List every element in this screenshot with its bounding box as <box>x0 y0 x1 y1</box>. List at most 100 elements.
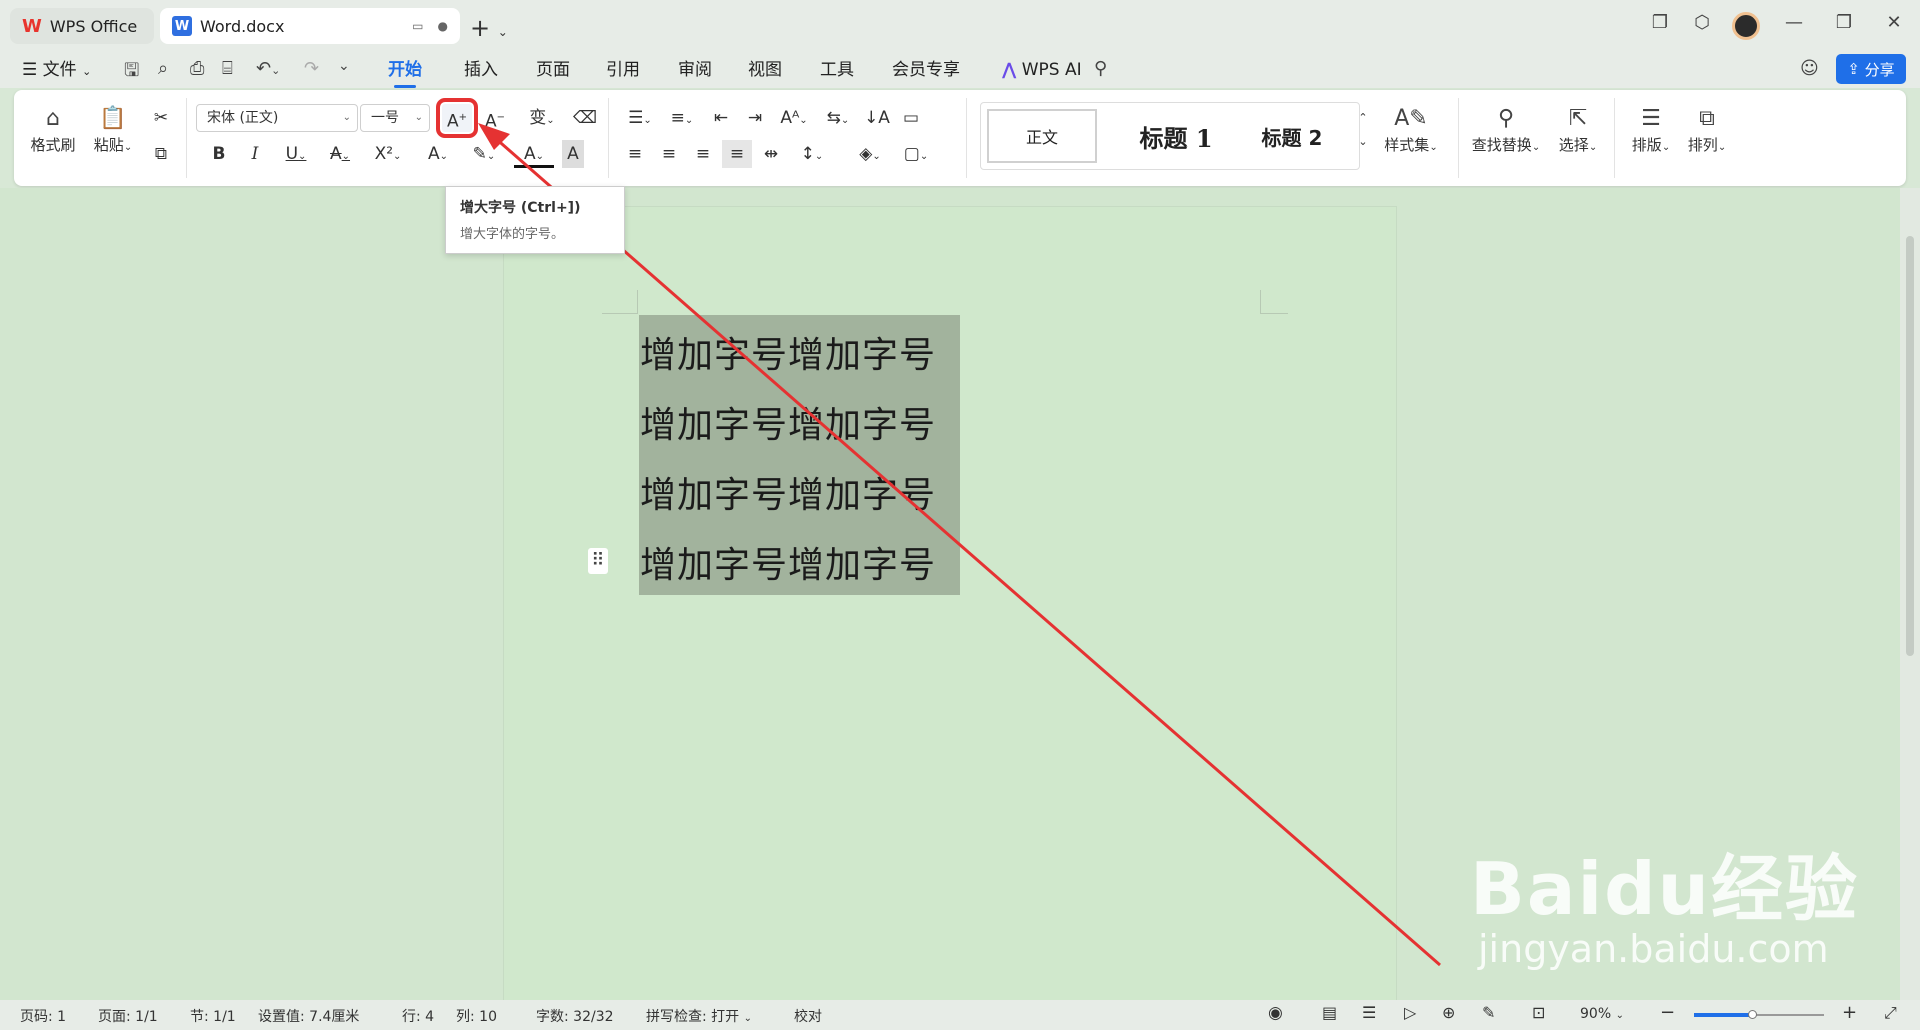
highlight-color-icon[interactable]: ✎⌄ <box>464 140 504 168</box>
restore-icon[interactable]: ❐ <box>1826 12 1862 33</box>
phonetic-guide-icon[interactable]: 变⌄ <box>520 104 564 132</box>
select-button[interactable]: ⇱ 选择⌄ <box>1550 104 1606 155</box>
decrease-indent-icon[interactable]: ⇤ <box>706 104 736 132</box>
increase-font-size-icon[interactable]: A+ <box>436 98 478 138</box>
share-button[interactable]: ⇪ 分享 <box>1836 54 1906 84</box>
zoom-level[interactable]: 90% ⌄ <box>1580 1006 1624 1022</box>
border-icon[interactable]: ▢⌄ <box>896 140 936 168</box>
cut-icon[interactable]: ✂ <box>146 104 176 132</box>
char-shading-icon[interactable]: A <box>562 140 584 168</box>
align-center-icon[interactable]: ≡ <box>654 140 684 168</box>
underline-icon[interactable]: U⌄ <box>276 140 316 168</box>
redo-icon[interactable]: ↷ <box>304 58 319 79</box>
unsaved-dot-icon[interactable]: ● <box>438 19 448 33</box>
doc-paragraph[interactable]: 增加字号增加字号 <box>640 466 936 518</box>
sort-icon[interactable]: ↓A <box>862 104 892 132</box>
undo-icon[interactable]: ↶⌄ <box>256 58 280 79</box>
line-spacing-icon[interactable]: ↕⌄ <box>792 140 832 168</box>
menu-item-page[interactable]: 页面 <box>536 58 570 82</box>
menu-item-insert[interactable]: 插入 <box>464 58 498 82</box>
cube-icon[interactable]: ⬡ <box>1684 12 1720 33</box>
italic-icon[interactable]: I <box>240 140 270 168</box>
minimize-icon[interactable]: — <box>1776 12 1812 33</box>
eye-icon[interactable]: ◉ <box>1268 1003 1283 1023</box>
save-icon[interactable]: 🖫 <box>124 58 139 88</box>
increase-indent-icon[interactable]: ⇥ <box>740 104 770 132</box>
menu-item-start[interactable]: 开始 <box>388 58 422 88</box>
justify-icon[interactable]: ≡ <box>722 140 752 168</box>
outline-view-icon[interactable]: ☰ <box>1362 1003 1376 1022</box>
menu-item-view[interactable]: 视图 <box>748 58 782 82</box>
font-name-select[interactable]: 宋体 (正文) ⌄ <box>196 104 358 132</box>
menu-item-member[interactable]: 会员专享 <box>892 58 960 82</box>
search-icon[interactable]: ⚲ <box>1094 58 1107 79</box>
fit-page-icon[interactable]: ⊡ <box>1532 1003 1545 1022</box>
zoom-in-icon[interactable]: + <box>1842 1002 1857 1023</box>
numbered-list-icon[interactable]: ≡⌄ <box>664 104 700 132</box>
text-effect-icon[interactable]: A⌄ <box>418 140 458 168</box>
menu-item-references[interactable]: 引用 <box>606 58 640 82</box>
doc-paragraph[interactable]: 增加字号增加字号 <box>640 396 936 448</box>
bullet-list-icon[interactable]: ☰⌄ <box>622 104 658 132</box>
doc-paragraph[interactable]: 增加字号增加字号 <box>640 536 936 588</box>
style-normal[interactable]: 正文 <box>987 109 1097 163</box>
zoom-slider-knob[interactable] <box>1748 1010 1757 1019</box>
copy-icon[interactable]: ⧉ <box>146 140 176 168</box>
web-view-icon[interactable]: ⊕ <box>1442 1003 1455 1022</box>
status-words[interactable]: 字数: 32/32 <box>536 1006 614 1026</box>
decrease-font-size-icon[interactable]: A− <box>480 104 510 132</box>
menu-item-review[interactable]: 审阅 <box>678 58 712 82</box>
text-direction-icon[interactable]: Aᴬ⌄ <box>774 104 814 132</box>
bold-icon[interactable]: B <box>204 140 234 168</box>
format-painter-button[interactable]: ⌂ 格式刷 <box>30 104 76 155</box>
font-color-icon[interactable]: A⌄ <box>514 140 554 168</box>
drag-handle-icon[interactable]: ⠿ <box>588 548 608 574</box>
page-view-icon[interactable]: ▤ <box>1322 1003 1337 1022</box>
font-size-select[interactable]: 一号 ⌄ <box>360 104 430 132</box>
zoom-out-icon[interactable]: − <box>1660 1002 1675 1023</box>
status-page[interactable]: 页面: 1/1 <box>98 1006 158 1026</box>
file-menu[interactable]: ☰ 文件 ⌄ <box>22 58 91 82</box>
tab-wps-office[interactable]: W WPS Office <box>10 8 154 44</box>
doc-paragraph[interactable]: 增加字号增加字号 <box>640 326 936 378</box>
status-page-code[interactable]: 页码: 1 <box>20 1006 66 1026</box>
close-icon[interactable]: ✕ <box>1876 12 1912 33</box>
new-tab-button[interactable]: + ⌄ <box>470 14 530 42</box>
monitor-icon[interactable]: ▭ <box>412 19 423 33</box>
style-heading-1[interactable]: 标题 1 <box>1121 109 1231 163</box>
play-icon[interactable]: ▷ <box>1404 1003 1416 1022</box>
tab-document[interactable]: W Word.docx ▭ ● <box>160 8 460 44</box>
distributed-align-icon[interactable]: ⇹ <box>756 140 786 168</box>
superscript-icon[interactable]: X²⌄ <box>368 140 408 168</box>
format-icon[interactable]: ⌕ <box>158 58 168 79</box>
status-row[interactable]: 行: 4 <box>402 1006 434 1026</box>
print-icon[interactable]: ⎙ <box>190 58 204 79</box>
strikethrough-icon[interactable]: A⌄ <box>320 140 360 168</box>
print-preview-icon[interactable]: ⌸ <box>222 58 233 79</box>
status-position[interactable]: 设置值: 7.4厘米 <box>258 1006 359 1026</box>
sort-swap-icon[interactable]: ⇆⌄ <box>820 104 856 132</box>
status-section[interactable]: 节: 1/1 <box>190 1006 236 1026</box>
scrollbar-thumb[interactable] <box>1906 236 1914 656</box>
customize-toolbar-icon[interactable]: ⌄ <box>338 58 350 74</box>
clear-format-icon[interactable]: ⌫ <box>570 104 600 132</box>
style-heading-2[interactable]: 标题 2 <box>1237 109 1347 163</box>
menu-item-tools[interactable]: 工具 <box>820 58 854 82</box>
layout-button[interactable]: ☰ 排版⌄ <box>1624 104 1678 155</box>
arrange-button[interactable]: ⧉ 排列⌄ <box>1680 104 1734 155</box>
status-spell[interactable]: 拼写检查: 打开 ⌄ <box>646 1006 752 1026</box>
pen-icon[interactable]: ✎ <box>1482 1003 1495 1022</box>
style-scroll-down-icon[interactable]: ⌄ <box>1354 128 1372 156</box>
align-right-icon[interactable]: ≡ <box>688 140 718 168</box>
find-replace-button[interactable]: ⚲ 查找替换⌄ <box>1468 104 1544 155</box>
wps-ai-button[interactable]: ⋀ WPS AI <box>1002 58 1082 82</box>
paste-button[interactable]: 📋 粘贴⌄ <box>90 104 136 155</box>
show-marks-icon[interactable]: ▭ <box>896 104 926 132</box>
window-mode-icon[interactable]: ❐ <box>1642 12 1678 33</box>
style-set-button[interactable]: A✎ 样式集⌄ <box>1376 104 1446 155</box>
user-avatar[interactable] <box>1732 12 1760 40</box>
align-left-icon[interactable]: ≡ <box>620 140 650 168</box>
status-proof[interactable]: 校对 <box>794 1006 822 1026</box>
status-col[interactable]: 列: 10 <box>456 1006 497 1026</box>
fullscreen-icon[interactable]: ⤢ <box>1884 1003 1897 1023</box>
